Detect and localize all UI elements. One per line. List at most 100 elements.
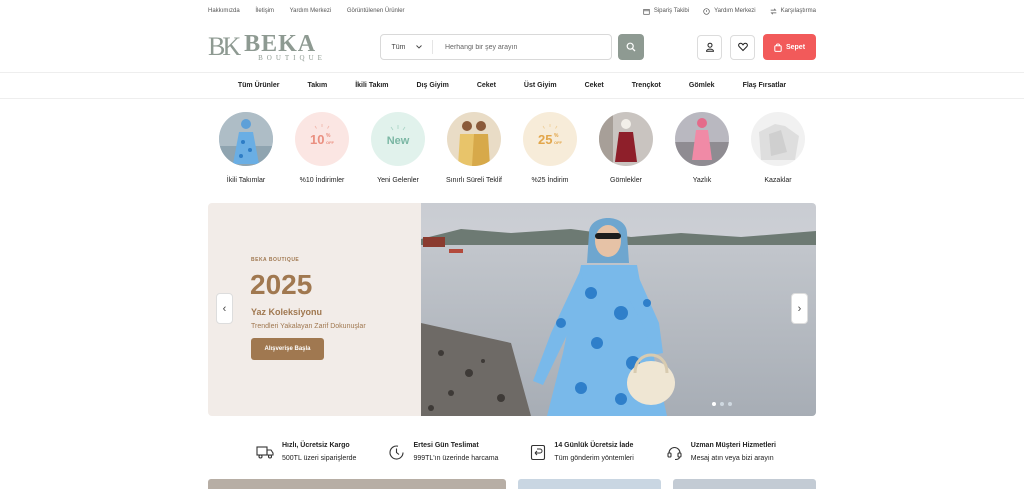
main-nav: Tüm Ürünler Takım İkili Takım Dış Giyim … (0, 72, 1024, 99)
svg-text:25: 25 (538, 132, 552, 147)
category-shirts[interactable]: Gömlekler (588, 112, 664, 184)
help-center-link[interactable]: Yardım Merkezi (290, 8, 332, 14)
category-label: İkili Takımlar (226, 177, 266, 184)
wishlist-button[interactable] (730, 34, 755, 60)
feature-desc: Tüm gönderim yöntemleri (554, 455, 634, 462)
nav-item-sets[interactable]: Takım (293, 82, 341, 89)
order-tracking-link[interactable]: Sipariş Takibi (643, 8, 689, 15)
feature-desc: 999TL'ın üzerinde harcama (413, 455, 499, 462)
search-button[interactable] (618, 34, 644, 60)
brand-logo[interactable]: BK BEKA BOUTIQUE (208, 30, 380, 62)
chevron-down-icon (415, 45, 422, 49)
header: BK BEKA BOUTIQUE Tüm Sepe (208, 22, 816, 72)
user-icon (705, 42, 714, 52)
shop-now-button[interactable]: Alışverişe Başla (251, 338, 324, 360)
nav-item-jacket[interactable]: Ceket (463, 82, 510, 89)
category-label: Yeni Gelenler (377, 177, 419, 184)
nav-item-two-piece[interactable]: İkili Takım (341, 82, 402, 89)
woman-red-dress-image (599, 112, 653, 166)
category-25-percent-off[interactable]: 25 % OFF %25 İndirim (512, 112, 588, 184)
woman-pink-dress-image (675, 112, 729, 166)
nav-item-flash-deals[interactable]: Flaş Fırsatlar (729, 82, 801, 89)
heart-icon (737, 42, 748, 52)
nav-item-trenchcoat[interactable]: Trençkot (618, 82, 675, 89)
compare-icon (770, 7, 777, 15)
contact-link[interactable]: İletişim (255, 8, 274, 14)
search-category-value: Tüm (391, 43, 406, 51)
hero-year: 2025 (250, 269, 313, 300)
category-label: %25 İndirim (531, 177, 569, 184)
return-icon (531, 444, 546, 460)
compare-label: Karşılaştırma (780, 8, 816, 14)
category-label: Sınırlı Süreli Teklif (446, 177, 502, 184)
category-image (219, 112, 273, 166)
category-summer[interactable]: Yazlık (664, 112, 740, 184)
category-image (675, 112, 729, 166)
feature-title: Hızlı, Ücretsiz Kargo (282, 442, 350, 449)
compare-link[interactable]: Karşılaştırma (770, 7, 816, 15)
header-actions: Sepet (697, 34, 816, 60)
category-limited-offer[interactable]: Sınırlı Süreli Teklif (436, 112, 512, 184)
package-icon (643, 8, 650, 15)
category-image (447, 112, 501, 166)
hero-description: Trendleri Yakalayan Zarif Dokunuşlar (251, 323, 366, 330)
svg-text:OFF: OFF (326, 140, 335, 145)
search-icon (626, 42, 636, 52)
nav-item-jacket-2[interactable]: Ceket (571, 82, 618, 89)
slider-next-button[interactable]: › (791, 293, 808, 324)
chevron-left-icon: ‹ (222, 302, 227, 315)
slider-prev-button[interactable]: ‹ (216, 293, 233, 324)
discount-10-badge-icon: 10 % OFF (310, 124, 335, 147)
feature-desc: 500TL üzeri siparişlerde (282, 455, 357, 462)
category-two-piece-sets[interactable]: İkili Takımlar (208, 112, 284, 184)
nav-item-tops[interactable]: Üst Giyim (510, 82, 571, 89)
shopping-bag-icon (774, 42, 782, 52)
promo-cards-row (208, 479, 816, 489)
top-bar-left-links: Hakkımızda İletişim Yardım Merkezi Görün… (208, 8, 419, 14)
promo-card[interactable] (673, 479, 816, 489)
hero-subtitle: Yaz Koleksiyonu (251, 307, 323, 317)
nav-item-all-products[interactable]: Tüm Ürünler (224, 82, 294, 89)
slider-dot[interactable] (712, 402, 716, 406)
feature-title: Uzman Müşteri Hizmetleri (690, 442, 776, 449)
chevron-right-icon: › (797, 302, 802, 315)
category-image: New (371, 112, 425, 166)
category-10-percent-off[interactable]: 10 % OFF %10 İndirimler (284, 112, 360, 184)
nav-item-outerwear[interactable]: Dış Giyim (403, 82, 463, 89)
top-bar-right-links: Sipariş Takibi Yardım Merkezi Karşılaştı… (643, 7, 816, 15)
search-category-select[interactable]: Tüm (381, 40, 433, 54)
feature-customer-service: Uzman Müşteri Hizmetleri Mesaj atın veya … (666, 439, 776, 465)
hero-text-panel: BEKA BOUTIQUE 2025 Yaz Koleksiyonu Trend… (208, 203, 421, 416)
svg-text:%: % (554, 133, 559, 139)
woman-lakeside-photo (421, 203, 816, 416)
woman-blue-dress-image (219, 112, 273, 166)
account-button[interactable] (697, 34, 722, 60)
slider-dot[interactable] (720, 402, 724, 406)
nav-item-shirt[interactable]: Gömlek (675, 82, 729, 89)
help-center-label: Yardım Merkezi (714, 8, 756, 14)
white-sweater-image (751, 112, 805, 166)
slider-dot[interactable] (728, 402, 732, 406)
logo-title: BEKA (244, 30, 317, 57)
help-center-top-link[interactable]: Yardım Merkezi (703, 7, 756, 15)
feature-desc: Mesaj atın veya bizi arayın (690, 455, 774, 462)
promo-card[interactable] (518, 479, 661, 489)
hero-image (421, 203, 816, 416)
about-link[interactable]: Hakkımızda (208, 8, 240, 14)
help-icon (703, 7, 710, 15)
category-new-arrivals[interactable]: New Yeni Gelenler (360, 112, 436, 184)
viewed-products-link[interactable]: Görüntülenen Ürünler (347, 8, 405, 14)
svg-text:%: % (326, 133, 331, 139)
cart-button[interactable]: Sepet (763, 34, 816, 60)
logo-subtitle: BOUTIQUE (258, 53, 326, 62)
feature-free-shipping: Hızlı, Ücretsiz Kargo 500TL üzeri sipariş… (256, 439, 356, 465)
search-input[interactable] (445, 43, 605, 51)
clock-icon (389, 444, 404, 460)
category-image: 10 % OFF (295, 112, 349, 166)
feature-list: Hızlı, Ücretsiz Kargo 500TL üzeri sipariş… (256, 439, 776, 465)
category-sweaters[interactable]: Kazaklar (740, 112, 816, 184)
category-label: %10 İndirimler (299, 177, 345, 184)
category-image: 25 % OFF (523, 112, 577, 166)
promo-card[interactable] (208, 479, 506, 489)
search-bar: Tüm (380, 34, 612, 60)
